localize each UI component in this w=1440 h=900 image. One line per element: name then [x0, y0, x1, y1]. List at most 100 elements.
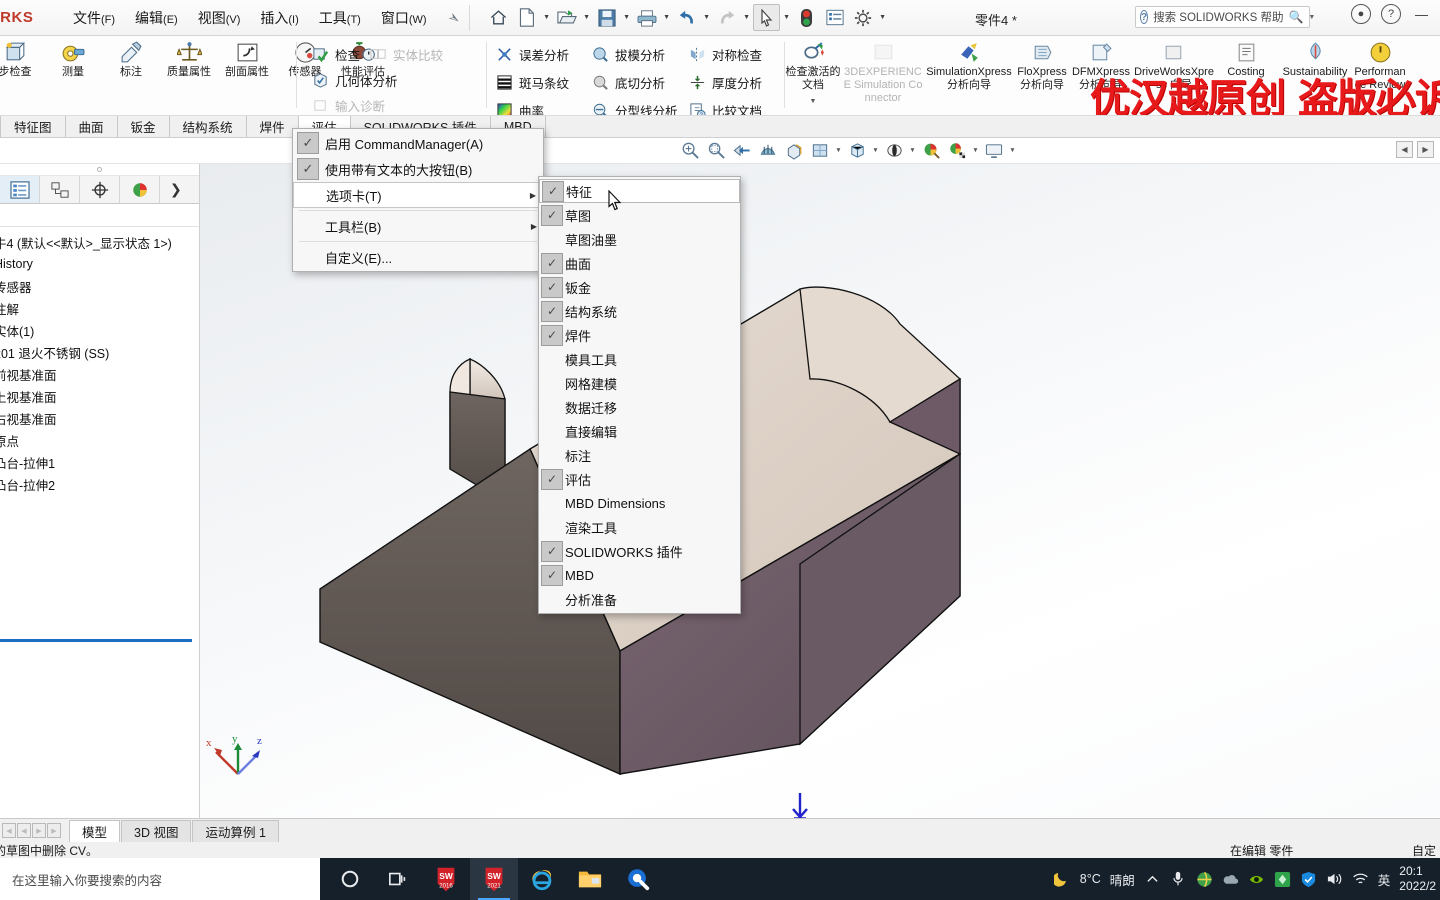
submenu-item-mesh-modeling[interactable]: 网格建模 — [539, 371, 740, 395]
checkbox-solidworks-addins[interactable]: ✓ — [539, 540, 565, 562]
apply-appearance-icon[interactable] — [919, 139, 943, 162]
curvature-button[interactable]: 曲率 — [496, 98, 592, 115]
submenu-item-features[interactable]: ✓ 特征 — [539, 179, 740, 203]
submenu-item-mbd[interactable]: ✓ MBD — [539, 563, 740, 587]
settings-dropdown-icon[interactable]: ▼ — [877, 4, 888, 31]
tree-node-solid-bodies[interactable]: 实体(1) — [0, 319, 199, 341]
section-properties-button[interactable]: 剖面属性 — [218, 36, 276, 115]
help-search-box[interactable]: ? 搜索 SOLIDWORKS 帮助 🔍 ▼ — [1135, 6, 1315, 28]
bottom-tab-3d-views[interactable]: 3D 视图 — [121, 820, 192, 842]
network-globe-icon[interactable] — [1196, 871, 1213, 888]
property-manager-icon[interactable] — [40, 176, 80, 203]
nvidia-icon[interactable] — [1248, 871, 1265, 888]
nav-next-button[interactable]: ▶ — [1417, 141, 1434, 158]
submenu-item-mbd-dimensions[interactable]: MBD Dimensions — [539, 491, 740, 515]
feature-tree-search-row[interactable] — [0, 204, 199, 227]
new-document-dropdown-icon[interactable]: ▼ — [541, 4, 552, 31]
tree-node-top-plane[interactable]: 上视基准面 — [0, 385, 199, 407]
mass-properties-button[interactable]: 质量属性 — [160, 36, 218, 115]
hide-show-items-icon[interactable] — [808, 139, 832, 162]
rebuild-icon[interactable] — [793, 4, 820, 31]
tab-structure-system[interactable]: 结构系统 — [169, 116, 247, 137]
tree-node-material[interactable]: 201 退火不锈钢 (SS) — [0, 341, 199, 363]
print-icon[interactable] — [633, 4, 660, 31]
menu-insert[interactable]: 插入(I) — [251, 3, 307, 33]
submenu-item-analysis-preparation[interactable]: 分析准备 — [539, 587, 740, 611]
feature-manager-tree-icon[interactable] — [0, 176, 40, 203]
select-dropdown-icon[interactable]: ▼ — [781, 4, 792, 31]
open-icon[interactable] — [553, 4, 580, 31]
tab-nav-next-button[interactable]: ▶ — [32, 823, 46, 838]
driveworksxpress-wizard-button[interactable]: DriveWorksXpress 向导 — [1132, 36, 1216, 115]
submenu-item-direct-editing[interactable]: 直接编辑 — [539, 419, 740, 443]
section-view-icon[interactable] — [730, 139, 754, 162]
open-dropdown-icon[interactable]: ▼ — [581, 4, 592, 31]
submenu-item-surfaces[interactable]: ✓ 曲面 — [539, 251, 740, 275]
display-manager-icon[interactable] — [120, 176, 160, 203]
customize-item[interactable]: 自定义(E)... — [293, 244, 543, 270]
tree-node-right-plane[interactable]: 右视基准面 — [0, 407, 199, 429]
ime-indicator[interactable]: 英 — [1378, 870, 1391, 889]
checkbox-enable-commandmanager[interactable]: ✓ — [295, 131, 321, 155]
submenu-item-sheet-metal[interactable]: ✓ 钣金 — [539, 275, 740, 299]
solidworks-2021-icon[interactable]: SW 2021 — [470, 858, 518, 900]
display-style-icon[interactable] — [782, 139, 806, 162]
menu-tools[interactable]: 工具(T) — [310, 3, 370, 33]
quark-browser-icon[interactable] — [614, 858, 662, 900]
enable-commandmanager-item[interactable]: ✓ 启用 CommandManager(A) — [293, 130, 543, 156]
tab-sheet-metal[interactable]: 钣金 — [117, 116, 170, 137]
checkbox-large-buttons[interactable]: ✓ — [295, 157, 321, 181]
onedrive-icon[interactable] — [1222, 871, 1239, 888]
microphone-icon[interactable] — [1170, 871, 1187, 888]
save-icon[interactable] — [593, 4, 620, 31]
draft-analysis-button[interactable]: 拔模分析 — [592, 42, 689, 67]
checkbox-sheet-metal[interactable]: ✓ — [539, 276, 565, 298]
weather-moon-icon[interactable] — [1053, 871, 1071, 888]
chevron-up-icon[interactable] — [1144, 871, 1161, 888]
appearance-dropdown-icon[interactable]: ▼ — [908, 139, 917, 162]
hide-show-dropdown-icon[interactable]: ▼ — [834, 139, 843, 162]
toolbars-submenu-item[interactable]: 工具栏(B) ▶ — [293, 213, 543, 239]
tab-nav-last-button[interactable]: ▶ — [47, 823, 61, 838]
cortana-icon[interactable] — [326, 858, 374, 900]
rollback-bar[interactable] — [0, 639, 192, 642]
submenu-item-evaluate[interactable]: ✓ 评估 — [539, 467, 740, 491]
settings-gear-icon[interactable] — [849, 4, 876, 31]
tab-features[interactable]: 特征图 — [0, 116, 66, 137]
commandmanager-context-menu[interactable]: ✓ 启用 CommandManager(A) ✓ 使用带有文本的大按钮(B) 选… — [292, 128, 544, 272]
submenu-item-mold-tools[interactable]: 模具工具 — [539, 347, 740, 371]
checkbox-sketch[interactable]: ✓ — [539, 204, 565, 226]
configuration-manager-icon[interactable] — [80, 176, 120, 203]
save-dropdown-icon[interactable]: ▼ — [621, 4, 632, 31]
tree-node-sensors[interactable]: 传感器 — [0, 275, 199, 297]
print-dropdown-icon[interactable]: ▼ — [661, 4, 672, 31]
undo-dropdown-icon[interactable]: ▼ — [701, 4, 712, 31]
minimize-button[interactable]: — — [1411, 7, 1432, 22]
tree-node-front-plane[interactable]: 前视基准面 — [0, 363, 199, 385]
deviation-analysis-button[interactable]: 误差分析 — [496, 42, 592, 67]
wifi-icon[interactable] — [1352, 871, 1369, 888]
tree-node-boss-extrude-1[interactable]: 凸台-拉伸1 — [0, 451, 199, 473]
panel-splitter-handle[interactable] — [0, 164, 199, 176]
compare-documents-button[interactable]: ? 比较文档 — [689, 98, 762, 115]
help-icon[interactable]: ? — [1381, 4, 1401, 24]
edit-appearance-icon[interactable] — [882, 139, 906, 162]
view-orientation-icon[interactable] — [756, 139, 780, 162]
parting-line-analysis-button[interactable]: 分型线分析 — [592, 98, 689, 115]
select-icon[interactable] — [753, 4, 781, 31]
inspect-button[interactable]: 检查 — [312, 42, 360, 67]
internet-explorer-icon[interactable] — [518, 858, 566, 900]
check-active-document-dropdown-icon[interactable]: ▼ — [810, 98, 817, 106]
submenu-item-sketch-ink[interactable]: 草图油墨 — [539, 227, 740, 251]
zoom-to-area-icon[interactable] — [704, 139, 728, 162]
bottom-tab-model[interactable]: 模型 — [69, 820, 121, 842]
user-account-icon[interactable]: ● — [1351, 4, 1371, 24]
apply-scene-icon[interactable] — [945, 139, 969, 162]
sustainability-button[interactable]: Sustainability — [1276, 36, 1354, 115]
zoom-to-fit-icon[interactable] — [678, 139, 702, 162]
checkbox-features[interactable]: ✓ — [540, 180, 566, 202]
dfmxpress-wizard-button[interactable]: DFMXpress 分析向导 — [1070, 36, 1132, 115]
home-icon[interactable] — [485, 4, 512, 31]
submenu-item-solidworks-addins[interactable]: ✓ SOLIDWORKS 插件 — [539, 539, 740, 563]
checkbox-structure-system[interactable]: ✓ — [539, 300, 565, 322]
